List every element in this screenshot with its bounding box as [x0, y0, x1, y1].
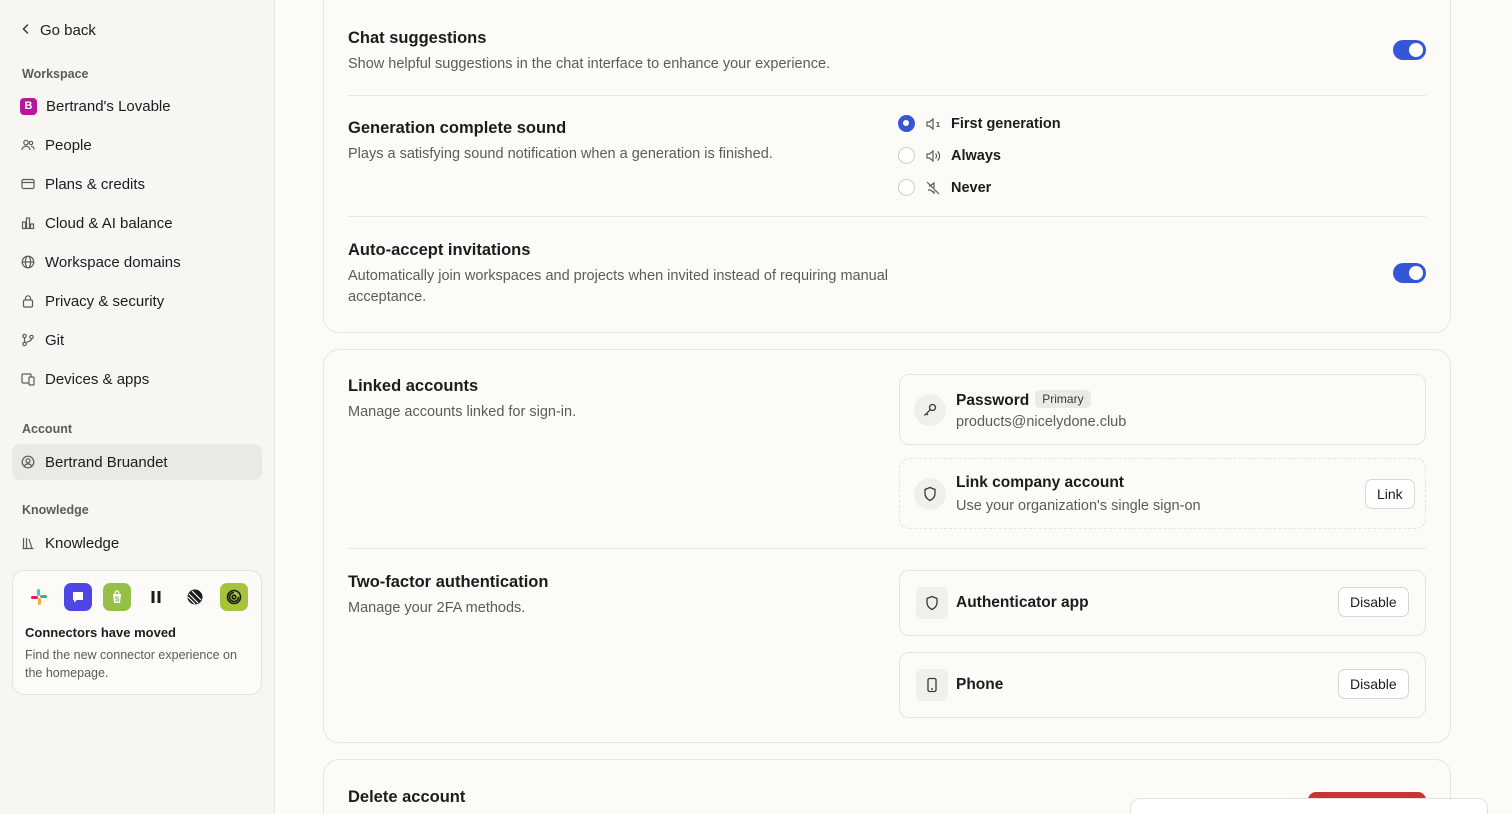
- git-branch-icon: [20, 332, 36, 348]
- floating-panel: [1130, 798, 1488, 814]
- password-title-text: Password: [956, 392, 1030, 409]
- disable-authenticator-button[interactable]: Disable: [1338, 587, 1409, 617]
- shield-icon: [916, 587, 948, 619]
- sidebar-item-domains[interactable]: Workspace domains: [12, 244, 262, 280]
- radio-button[interactable]: [898, 179, 915, 196]
- devices-icon: [20, 371, 36, 387]
- divider: [348, 548, 1426, 549]
- lock-icon: [20, 293, 36, 309]
- workspace-avatar: B: [20, 97, 37, 115]
- radio-button[interactable]: [898, 115, 915, 132]
- sidebar-item-label: Bertrand Bruandet: [45, 453, 168, 471]
- linear-icon[interactable]: [181, 583, 209, 611]
- sidebar-item-plans[interactable]: Plans & credits: [12, 166, 262, 202]
- primary-badge: Primary: [1035, 390, 1091, 408]
- chat-app-icon[interactable]: [64, 583, 92, 611]
- spiral-app-icon[interactable]: [220, 583, 248, 611]
- auto-accept-toggle[interactable]: [1393, 263, 1426, 283]
- connector-card-description: Find the new connector experience on the…: [25, 648, 237, 680]
- divider: [348, 95, 1426, 96]
- sidebar-item-privacy[interactable]: Privacy & security: [12, 283, 262, 319]
- authenticator-app-row: Authenticator app Disable: [899, 570, 1426, 636]
- shopify-icon[interactable]: S: [103, 583, 131, 611]
- shield-icon: [914, 478, 946, 510]
- company-account-subtitle: Use your organization's single sign-on: [956, 498, 1201, 514]
- sidebar: Go back Workspace B Bertrand's Lovable P…: [0, 0, 275, 814]
- phone-icon: [916, 669, 948, 701]
- chat-suggestions-description: Show helpful suggestions in the chat int…: [348, 56, 831, 72]
- password-title: Password Primary: [956, 390, 1091, 410]
- sidebar-item-label: Devices & apps: [45, 370, 150, 388]
- phone-2fa-row: Phone Disable: [899, 652, 1426, 718]
- credit-card-icon: [20, 176, 36, 192]
- go-back-link[interactable]: Go back: [20, 22, 96, 39]
- company-account-title: Link company account: [956, 474, 1124, 491]
- connector-icons-row: S: [25, 583, 249, 611]
- workspace-section-label: Workspace: [22, 67, 89, 81]
- sidebar-item-label: Bertrand's Lovable: [46, 97, 171, 115]
- volume-off-icon: [925, 180, 941, 196]
- sound-option-first-generation[interactable]: 1 First generation: [898, 115, 1061, 132]
- sidebar-item-label: Plans & credits: [45, 175, 146, 193]
- password-email: products@nicelydone.club: [956, 414, 1127, 430]
- radio-label: First generation: [951, 115, 1061, 132]
- chat-suggestions-title: Chat suggestions: [348, 29, 487, 47]
- sidebar-item-cloud[interactable]: Cloud & AI balance: [12, 205, 262, 241]
- linked-accounts-title: Linked accounts: [348, 377, 479, 395]
- pause-app-icon[interactable]: [142, 583, 170, 611]
- sidebar-item-workspace[interactable]: B Bertrand's Lovable: [12, 88, 262, 124]
- bar-chart-icon: [20, 215, 36, 231]
- sidebar-item-devices[interactable]: Devices & apps: [12, 361, 262, 397]
- sidebar-item-profile[interactable]: Bertrand Bruandet: [12, 444, 262, 480]
- sidebar-item-label: Workspace domains: [45, 253, 181, 271]
- disable-phone-button[interactable]: Disable: [1338, 669, 1409, 699]
- globe-icon: [20, 254, 36, 270]
- generation-sound-title: Generation complete sound: [348, 119, 567, 137]
- chat-suggestions-toggle[interactable]: [1393, 40, 1426, 60]
- delete-account-title: Delete account: [348, 788, 466, 806]
- connectors-moved-card: S Connectors have moved Find the new con…: [12, 570, 262, 695]
- volume-high-icon: [925, 148, 941, 164]
- company-account-row: Link company account Use your organizati…: [899, 458, 1426, 529]
- library-icon: [20, 535, 36, 551]
- radio-button[interactable]: [898, 147, 915, 164]
- phone-label: Phone: [956, 676, 1004, 693]
- account-section-label: Account: [22, 422, 72, 436]
- two-factor-title: Two-factor authentication: [348, 573, 549, 591]
- radio-label: Always: [951, 147, 1001, 164]
- chevron-left-icon: [20, 22, 32, 39]
- authenticator-app-label: Authenticator app: [956, 594, 1089, 611]
- people-icon: [20, 137, 36, 153]
- knowledge-section-label: Knowledge: [22, 503, 89, 517]
- radio-label: Never: [951, 179, 992, 196]
- key-icon: [914, 394, 946, 426]
- sidebar-item-label: Privacy & security: [45, 292, 165, 310]
- auto-accept-description: Automatically join workspaces and projec…: [348, 268, 889, 305]
- volume-low-icon: 1: [925, 116, 941, 132]
- sidebar-item-label: Cloud & AI balance: [45, 214, 173, 232]
- sidebar-item-label: Knowledge: [45, 534, 120, 552]
- divider: [348, 216, 1426, 217]
- linked-accounts-description: Manage accounts linked for sign-in.: [348, 404, 577, 420]
- auto-accept-title: Auto-accept invitations: [348, 241, 531, 259]
- sidebar-item-people[interactable]: People: [12, 127, 262, 163]
- sound-option-always[interactable]: Always: [898, 147, 1001, 164]
- svg-text:S: S: [114, 596, 119, 604]
- two-factor-description: Manage your 2FA methods.: [348, 600, 526, 616]
- go-back-label: Go back: [40, 22, 96, 39]
- generation-sound-description: Plays a satisfying sound notification wh…: [348, 146, 773, 162]
- sidebar-item-label: People: [45, 136, 92, 154]
- sidebar-item-git[interactable]: Git: [12, 322, 262, 358]
- connector-card-title: Connectors have moved: [25, 625, 176, 640]
- password-account-row: Password Primary products@nicelydone.club: [899, 374, 1426, 445]
- svg-text:1: 1: [936, 121, 941, 129]
- sidebar-item-knowledge[interactable]: Knowledge: [12, 525, 262, 561]
- user-circle-icon: [20, 454, 36, 470]
- sidebar-item-label: Git: [45, 331, 65, 349]
- link-company-button[interactable]: Link: [1365, 479, 1415, 509]
- slack-icon[interactable]: [25, 583, 53, 611]
- sound-option-never[interactable]: Never: [898, 179, 991, 196]
